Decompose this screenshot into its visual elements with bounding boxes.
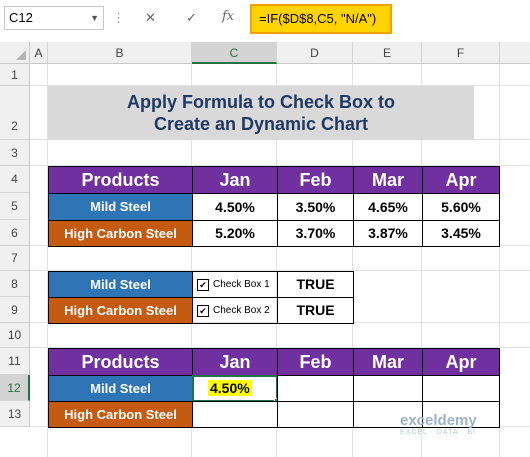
row-header-3[interactable]: 3 [0,140,30,166]
title-line-1: Apply Formula to Check Box to [126,92,396,112]
cancel-icon[interactable]: ✕ [145,10,156,26]
row-header-7[interactable]: 7 [0,246,30,271]
divider-dots-icon: ⋮ [112,10,125,25]
table-cell[interactable] [277,375,354,402]
table3-header-apr[interactable]: Apr [422,348,500,376]
table-cell[interactable]: TRUE [277,271,354,298]
table-cell[interactable] [353,375,423,402]
checkbox-checked-icon[interactable]: ✔ [197,279,209,291]
column-header-a[interactable]: A [30,42,48,64]
select-all-triangle-icon [16,50,26,60]
column-header-d[interactable]: D [277,42,353,64]
insert-function-icon[interactable]: fx [222,9,234,24]
table-cell[interactable]: TRUE [277,297,354,324]
table3-row-high-carbon-steel[interactable]: High Carbon Steel [48,401,193,428]
title-line-2: Create an Dynamic Chart [153,114,369,134]
row-header-2[interactable]: 2 [0,86,30,140]
table3-header-mar[interactable]: Mar [353,348,423,376]
table-cell[interactable] [277,401,354,428]
column-header-b[interactable]: B [48,42,192,64]
check-box-2-label: Check Box 2 [213,305,270,316]
table3-header-products[interactable]: Products [48,348,193,376]
table1-header-jan[interactable]: Jan [192,166,278,194]
row-header-12[interactable]: 12 [0,375,30,401]
table-cell[interactable]: 4.50% [192,193,278,221]
column-header-c[interactable]: C [192,42,277,64]
table-cell[interactable] [422,375,500,402]
chevron-down-icon[interactable]: ▼ [90,7,99,29]
enter-check-icon[interactable]: ✓ [186,10,197,26]
table3-header-feb[interactable]: Feb [277,348,354,376]
table-cell[interactable]: 3.45% [422,220,500,247]
table1-row-mild-steel[interactable]: Mild Steel [48,193,193,221]
name-box-value: C12 [9,10,33,25]
table-cell[interactable]: 5.20% [192,220,278,247]
table-cell[interactable] [192,401,278,428]
row-header-13[interactable]: 13 [0,401,30,427]
table-cell[interactable]: 3.70% [277,220,354,247]
row-header-8[interactable]: 8 [0,271,30,297]
highlighted-value: 4.50% [208,380,252,396]
table2-row-high-carbon-steel[interactable]: High Carbon Steel [48,297,193,324]
table-cell[interactable]: 4.65% [353,193,423,221]
row-header-9[interactable]: 9 [0,297,30,323]
sheet-title: Apply Formula to Check Box to Create an … [48,86,474,140]
selected-cell-c12[interactable]: 4.50% [192,375,278,402]
table2-row-mild-steel[interactable]: Mild Steel [48,271,193,298]
watermark-logo-text: exceldemy [400,412,477,429]
table1-header-mar[interactable]: Mar [353,166,423,194]
name-box[interactable]: C12 ▼ [4,6,104,30]
column-header-e[interactable]: E [353,42,422,64]
table1-header-feb[interactable]: Feb [277,166,354,194]
check-box-1-label: Check Box 1 [213,279,270,290]
table1-row-high-carbon-steel[interactable]: High Carbon Steel [48,220,193,247]
formula-input[interactable]: =IF($D$8,C5, "N/A") [250,4,392,34]
column-header-f[interactable]: F [422,42,500,64]
row-header-1[interactable]: 1 [0,64,30,86]
row-header-6[interactable]: 6 [0,220,30,246]
row-header-4[interactable]: 4 [0,166,30,193]
check-box-1[interactable]: ✔ Check Box 1 [192,271,278,298]
column-header-extra[interactable] [500,42,530,64]
exceldemy-watermark: exceldemy EXCEL · DATA · BI [400,412,477,436]
table-cell[interactable]: 5.60% [422,193,500,221]
select-all-button[interactable] [0,42,30,64]
table-cell[interactable]: 3.50% [277,193,354,221]
row-header-10[interactable]: 10 [0,323,30,348]
watermark-tagline: EXCEL · DATA · BI [400,429,476,436]
table3-header-jan[interactable]: Jan [192,348,278,376]
row-header-11[interactable]: 11 [0,348,30,375]
table1-header-products[interactable]: Products [48,166,193,194]
check-box-2[interactable]: ✔ Check Box 2 [192,297,278,324]
checkbox-checked-icon[interactable]: ✔ [197,305,209,317]
table-cell[interactable]: 3.87% [353,220,423,247]
row-header-5[interactable]: 5 [0,193,30,220]
table1-header-apr[interactable]: Apr [422,166,500,194]
table3-row-mild-steel[interactable]: Mild Steel [48,375,193,402]
